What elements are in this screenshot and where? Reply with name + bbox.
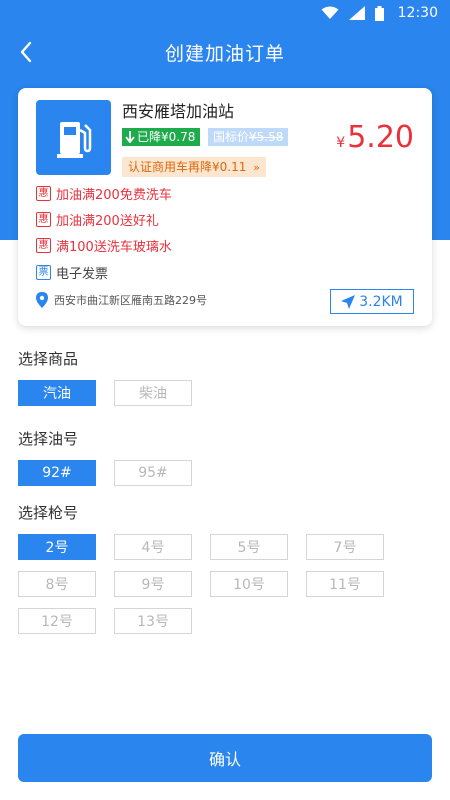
gun-option-4[interactable]: 4号 <box>114 534 192 560</box>
goods-option-gasoline[interactable]: 汽油 <box>18 380 96 406</box>
wifi-icon <box>321 6 339 19</box>
promotion-item: 惠 加油满200送好礼 <box>36 210 159 229</box>
promotion-text: 满100送洗车玻璃水 <box>56 239 172 255</box>
invoice-item: 票 电子发票 <box>36 263 109 282</box>
station-name: 西安雁塔加油站 <box>122 102 235 121</box>
gun-section-title: 选择枪号 <box>18 504 79 522</box>
promotion-item: 惠 加油满200免费洗车 <box>36 184 172 203</box>
national-price-tag: 国标价¥5.58 <box>208 128 289 146</box>
chevron-right-icon: » <box>253 161 260 174</box>
status-bar: 12:30 <box>0 0 450 30</box>
promotion-item: 惠 满100送洗车玻璃水 <box>36 236 172 255</box>
station-price: ¥ 5.20 <box>336 120 414 155</box>
national-price-label: 国标价 <box>213 130 250 144</box>
gun-option-2[interactable]: 2号 <box>18 534 96 560</box>
gun-option-7[interactable]: 7号 <box>306 534 384 560</box>
confirm-button[interactable]: 确认 <box>18 734 432 782</box>
gun-option-12[interactable]: 12号 <box>18 608 96 634</box>
navigation-bar: 创建加油订单 <box>0 30 450 74</box>
price-drop-tag: 已降¥0.78 <box>122 128 201 146</box>
gun-option-8[interactable]: 8号 <box>18 571 96 597</box>
invoice-text: 电子发票 <box>56 266 109 282</box>
station-card: 西安雁塔加油站 已降¥0.78 国标价¥5.58 ¥ 5.20 认证商用车再降¥… <box>18 88 432 326</box>
oil-section-title: 选择油号 <box>18 430 79 448</box>
battery-icon <box>374 5 384 21</box>
promotion-badge: 惠 <box>36 211 51 227</box>
address-text: 西安市曲江新区雁南五路229号 <box>54 294 207 307</box>
status-time: 12:30 <box>397 5 438 21</box>
station-address: 西安市曲江新区雁南五路229号 <box>36 292 207 308</box>
station-logo <box>36 100 111 175</box>
navigate-button[interactable]: 3.2KM <box>330 289 414 314</box>
goods-option-diesel[interactable]: 柴油 <box>114 380 192 406</box>
gun-option-10[interactable]: 10号 <box>210 571 288 597</box>
oil-option-95[interactable]: 95# <box>114 460 192 486</box>
goods-section-title: 选择商品 <box>18 350 79 368</box>
arrow-down-icon <box>125 131 135 143</box>
gun-option-11[interactable]: 11号 <box>306 571 384 597</box>
invoice-badge: 票 <box>36 264 51 280</box>
promotion-badge: 惠 <box>36 185 51 201</box>
signal-icon <box>348 6 365 20</box>
page-title: 创建加油订单 <box>164 43 285 65</box>
national-price-value: ¥5.58 <box>249 130 284 144</box>
promotion-text: 加油满200免费洗车 <box>56 187 172 203</box>
verify-discount-tag[interactable]: 认证商用车再降¥0.11 » <box>122 157 266 177</box>
gun-option-9[interactable]: 9号 <box>114 571 192 597</box>
navigation-arrow-icon <box>341 294 356 309</box>
price-value: 5.20 <box>347 120 414 155</box>
oil-option-92[interactable]: 92# <box>18 460 96 486</box>
distance-text: 3.2KM <box>359 293 403 310</box>
price-currency: ¥ <box>336 135 346 151</box>
promotion-badge: 惠 <box>36 237 51 253</box>
fuel-pump-icon <box>56 121 91 158</box>
price-drop-text: 已降¥0.78 <box>137 130 196 144</box>
verify-discount-text: 认证商用车再降¥0.11 <box>128 160 247 174</box>
gun-option-13[interactable]: 13号 <box>114 608 192 634</box>
location-pin-icon <box>36 292 48 308</box>
gun-option-5[interactable]: 5号 <box>210 534 288 560</box>
promotion-text: 加油满200送好礼 <box>56 213 159 229</box>
